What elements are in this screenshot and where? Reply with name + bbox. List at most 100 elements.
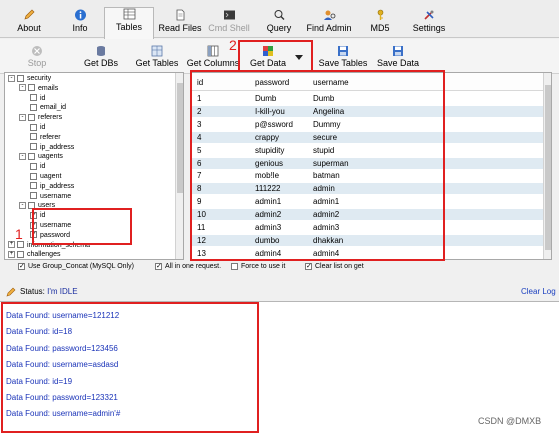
table-row[interactable]: 5 stupidity stupid <box>191 145 543 156</box>
database-tree[interactable]: - security - emails id email_id - referers id ref… <box>4 72 184 260</box>
save-tables-label: Save Tables <box>318 58 368 68</box>
tab-tables[interactable]: Tables <box>104 7 154 39</box>
table-cell-id: 9 <box>197 197 202 207</box>
tree-node-checkbox[interactable] <box>17 251 24 259</box>
table-cell-username: admin1 <box>313 197 340 207</box>
tree-node-checkbox[interactable] <box>30 182 37 190</box>
tree-node-checkbox[interactable] <box>28 113 35 121</box>
tab-query[interactable]: Query <box>261 9 297 38</box>
option-force-use-label: Force to use it <box>241 263 286 270</box>
table-row[interactable]: 12 dumbo dhakkan <box>191 234 543 246</box>
table-row[interactable]: 7 mob!le batman <box>191 170 543 181</box>
log-panel[interactable]: Data Found: username=121212 Data Found: i… <box>0 301 559 434</box>
tab-info-label: Info <box>72 23 88 33</box>
file-icon <box>176 9 184 21</box>
tree-node-checkbox[interactable] <box>30 192 37 200</box>
options-row: Use Group_Concat (MySQL Only) All in one… <box>18 262 558 273</box>
tree-node-label: challenges <box>27 251 61 259</box>
stop-button[interactable]: Stop <box>20 45 54 71</box>
tree-node-checkbox[interactable] <box>28 153 35 161</box>
tree-node-checkbox[interactable] <box>30 143 37 151</box>
tab-query-label: Query <box>266 23 292 33</box>
table-row[interactable]: 3 p@ssword Dummy <box>191 119 543 130</box>
get-data-button[interactable]: Get Data <box>246 45 290 71</box>
table-row[interactable]: 10 admin2 admin2 <box>191 209 543 221</box>
option-all-in-one-checkbox[interactable] <box>155 262 162 270</box>
tree-scrollbar[interactable] <box>175 73 183 259</box>
table-row[interactable]: 2 I-kill-you Angelina <box>191 105 543 117</box>
tree-node-checkbox[interactable] <box>30 231 37 239</box>
tree-node-checkbox[interactable] <box>28 84 35 92</box>
tree-node-label: information_schema <box>27 241 91 249</box>
tree-node-checkbox[interactable] <box>30 133 37 141</box>
tree-node-checkbox[interactable] <box>28 202 35 210</box>
option-clear-list[interactable]: Clear list on get <box>305 262 364 272</box>
clear-log-link[interactable]: Clear Log <box>521 287 556 296</box>
tab-find-admin[interactable]: Find Admin <box>304 9 354 38</box>
collapse-icon[interactable]: - <box>19 202 26 210</box>
tree-node-label: emails <box>38 84 59 92</box>
column-header-password[interactable]: password <box>255 78 289 87</box>
tree-node-checkbox[interactable] <box>17 74 24 82</box>
collapse-icon[interactable]: - <box>19 113 26 121</box>
annotation-number-2: 2 <box>229 37 237 53</box>
option-group-concat[interactable]: Use Group_Concat (MySQL Only) <box>18 262 134 272</box>
get-tables-button[interactable]: Get Tables <box>132 45 182 71</box>
table-row[interactable]: 1 Dumb Dumb <box>191 93 543 104</box>
info-icon <box>74 9 86 21</box>
tab-md5[interactable]: MD5 <box>364 9 396 38</box>
collapse-icon[interactable]: - <box>19 84 26 92</box>
tree-node-checkbox[interactable] <box>30 104 37 112</box>
option-clear-list-checkbox[interactable] <box>305 262 312 270</box>
expand-icon[interactable]: + <box>8 241 15 249</box>
table-cell-password: 111222 <box>255 184 281 194</box>
tree-scroll-thumb[interactable] <box>177 83 183 193</box>
tree-node-checkbox[interactable] <box>17 241 24 249</box>
table-cell-id: 13 <box>197 248 206 258</box>
tree-node-label: username <box>40 222 72 229</box>
tree-node-label: id <box>40 212 46 220</box>
option-force-use-checkbox[interactable] <box>231 262 238 270</box>
table-row[interactable]: 6 genious superman <box>191 157 543 169</box>
tree-node-checkbox[interactable] <box>30 123 37 131</box>
table-row[interactable]: 13 admin4 admin4 <box>191 248 543 259</box>
tree-node-checkbox[interactable] <box>30 94 37 102</box>
tree-node-label: ip_address <box>40 182 75 190</box>
tab-about[interactable]: About <box>8 9 50 38</box>
tab-read-files[interactable]: Read Files <box>156 9 204 38</box>
save-tables-button[interactable]: Save Tables <box>318 45 368 71</box>
tab-cmd-shell[interactable]: Cmd Shell <box>206 9 252 38</box>
tree-node-checkbox[interactable] <box>30 162 37 170</box>
collapse-icon[interactable]: - <box>8 74 15 82</box>
option-group-concat-checkbox[interactable] <box>18 262 25 270</box>
option-force-use[interactable]: Force to use it <box>231 262 285 272</box>
table-cell-username: admin3 <box>313 223 340 232</box>
tree-node-label: uagent <box>40 173 62 180</box>
expand-icon[interactable]: + <box>8 251 15 259</box>
get-dbs-button[interactable]: Get DBs <box>80 45 122 71</box>
table-cell-password: admin4 <box>255 248 282 258</box>
tree-node-checkbox[interactable] <box>30 221 37 229</box>
get-data-icon <box>263 46 273 56</box>
save-data-button[interactable]: Save Data <box>376 45 420 71</box>
grid-scroll-thumb[interactable] <box>545 85 551 250</box>
column-header-id[interactable]: id <box>197 78 203 87</box>
grid-scrollbar[interactable] <box>543 73 551 259</box>
table-row[interactable]: 9 admin1 admin1 <box>191 196 543 207</box>
tree-node[interactable]: + challenges <box>8 250 61 259</box>
table-row[interactable]: 4 crappy secure <box>191 131 543 143</box>
table-row[interactable]: 8 111222 admin <box>191 183 543 195</box>
table-cell-username: batman <box>313 171 340 181</box>
tree-node-checkbox[interactable] <box>30 172 37 180</box>
table-row[interactable]: 11 admin3 admin3 <box>191 222 543 233</box>
tab-settings[interactable]: Settings <box>408 9 450 38</box>
option-all-in-one[interactable]: All in one request. <box>155 262 221 272</box>
collapse-icon[interactable]: - <box>19 153 26 161</box>
tree-node-checkbox[interactable] <box>30 211 37 219</box>
log-line: Data Found: password=123321 <box>6 393 118 402</box>
tab-info[interactable]: Info <box>60 9 100 38</box>
get-data-dropdown-arrow[interactable] <box>295 55 303 60</box>
data-grid[interactable]: id password username 1 Dumb Dumb 2 I-kill-yo… <box>190 72 552 260</box>
status-text: Status: I'm IDLE <box>20 287 78 296</box>
column-header-username[interactable]: username <box>313 78 349 87</box>
